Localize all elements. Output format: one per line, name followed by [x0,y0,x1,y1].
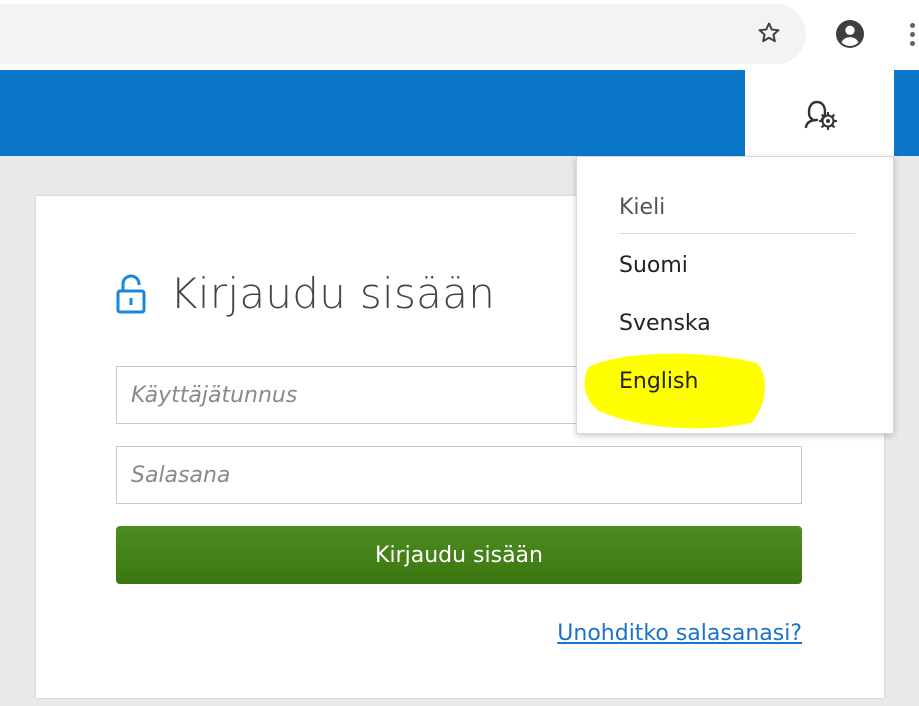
forgot-password-link[interactable]: Unohditko salasanasi? [557,621,802,646]
language-option-suomi[interactable]: Suomi [619,253,688,278]
unlock-icon [116,268,156,320]
browser-toolbar [0,0,919,70]
bookmark-star-icon[interactable] [752,16,786,50]
user-settings-button[interactable] [745,70,894,156]
login-title: Kirjaudu sisään [170,269,496,318]
language-dropdown: Kieli Suomi Svenska English [576,156,894,434]
more-vertical-icon[interactable] [906,16,919,52]
login-button[interactable]: Kirjaudu sisään [116,526,802,584]
address-bar[interactable] [0,4,806,64]
language-menu-heading: Kieli [619,195,666,220]
login-heading: Kirjaudu sisään [116,264,495,324]
dropdown-divider [619,233,855,234]
user-gear-icon [798,89,842,137]
language-option-svenska[interactable]: Svenska [619,311,711,336]
language-option-english[interactable]: English [619,369,698,394]
password-input[interactable] [116,446,802,504]
account-circle-icon[interactable] [832,16,868,52]
